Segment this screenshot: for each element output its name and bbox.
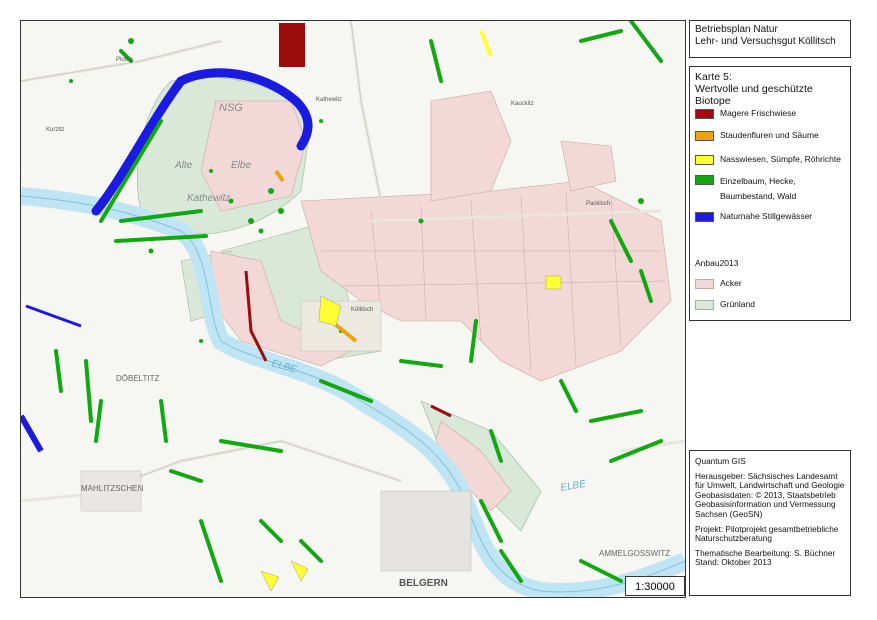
scale-box: 1:30000 — [625, 576, 685, 596]
legend-item-magere-frischwiese: Magere Frischwiese — [695, 108, 796, 119]
map-frame[interactable]: NSG Alte Elbe Kathewitz Kathewitz DÖBELT… — [20, 20, 686, 598]
legend-map-title-2: Wertvolle und geschützte Biotope — [695, 83, 813, 107]
legend-label-line-1: Einzelbaum, Hecke, — [720, 176, 796, 186]
legend-label: Naturnahe Stillgewässer — [720, 211, 813, 221]
settlement-belgern — [380, 490, 472, 572]
label-kauckitz: Kauckitz — [511, 101, 534, 107]
legend-anbau-title: Anbau2013 — [695, 258, 739, 268]
label-kathewitz-top: Kathewitz — [316, 97, 342, 103]
info-publisher: Herausgeber: Sächsisches Landesamt für U… — [695, 470, 845, 519]
label-belgern: BELGERN — [399, 578, 448, 589]
label-mahlitzschen: MAHLITZSCHEN — [81, 484, 143, 493]
info-date: Stand: Oktober 2013 — [695, 557, 772, 568]
magere-frischwiese — [279, 23, 305, 67]
label-packisch: Packisch — [586, 201, 610, 207]
label-kathewitz: Kathewitz — [187, 193, 230, 204]
legend-label: Nasswiesen, Sümpfe, Röhrichte — [720, 154, 841, 164]
legend-swatch — [695, 175, 714, 185]
legend-swatch — [695, 279, 714, 289]
info-software: Quantum GIS — [695, 456, 746, 466]
legend-item-acker: Acker — [695, 278, 742, 289]
label-elbe-alt: Elbe — [231, 160, 251, 171]
title-box: Betriebsplan Natur Lehr- und Versuchsgut… — [689, 20, 851, 58]
label-nsg: NSG — [219, 102, 243, 114]
legend-label: Staudenfluren und Säume — [720, 130, 819, 140]
title-line-1: Betriebsplan Natur — [695, 24, 778, 35]
legend-swatch — [695, 300, 714, 310]
legend-item-stillgewaesser: Naturnahe Stillgewässer — [695, 211, 812, 222]
map-canvas: NSG Alte Elbe Kathewitz Kathewitz DÖBELT… — [21, 21, 685, 597]
legend-label: Grünland — [720, 299, 755, 309]
label-ammelgosswitz: AMMELGOSSWITZ — [599, 549, 670, 558]
legend-map-title-1: Karte 5: — [695, 71, 732, 83]
legend-item-einzelbaum: Einzelbaum, Hecke, Baumbestand, Wald — [695, 174, 796, 204]
label-alte: Alte — [174, 160, 193, 171]
label-koellitsch: Köllitsch — [351, 307, 373, 313]
legend-swatch — [695, 212, 714, 222]
legend-label: Acker — [720, 278, 742, 288]
nasswiesen — [545, 275, 562, 290]
legend-label-line-2: Baumbestand, Wald — [720, 191, 797, 201]
legend-swatch — [695, 155, 714, 165]
label-kurzitz: Kurzitz — [46, 127, 64, 133]
legend-swatch — [695, 131, 714, 141]
title-line-2: Lehr- und Versuchsgut Köllitsch — [695, 36, 836, 47]
info-project: Projekt: Pilotprojekt gesamtbetriebliche… — [695, 523, 839, 544]
legend-item-nasswiesen: Nasswiesen, Sümpfe, Röhrichte — [695, 154, 841, 165]
label-doebeltitz: DÖBELTITZ — [116, 374, 160, 383]
legend-label: Magere Frischwiese — [720, 108, 797, 118]
legend-label: Einzelbaum, Hecke, Baumbestand, Wald — [720, 174, 796, 204]
legend-item-staudenfluren: Staudenfluren und Säume — [695, 130, 819, 141]
legend-swatch — [695, 109, 714, 119]
label-plotha: Plotha — [116, 57, 134, 63]
legend-box: Karte 5: Wertvolle und geschützte Biotop… — [689, 66, 851, 321]
info-box: Quantum GIS Herausgeber: Sächsisches Lan… — [689, 450, 851, 596]
legend-item-gruenland: Grünland — [695, 299, 755, 310]
